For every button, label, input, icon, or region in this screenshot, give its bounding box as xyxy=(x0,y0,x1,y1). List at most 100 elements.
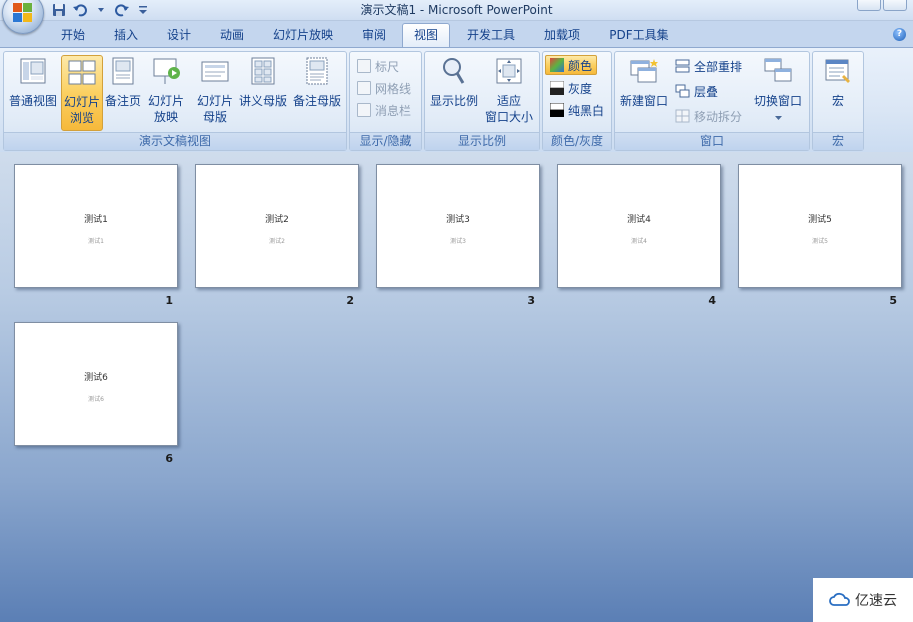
grayscale-icon xyxy=(550,81,564,95)
message-bar-label: 消息栏 xyxy=(375,103,412,118)
normal-view-icon xyxy=(20,58,46,84)
slideshow-button[interactable]: 幻灯片 放映 xyxy=(145,55,187,125)
slide-subtitle: 测试4 xyxy=(631,238,647,245)
slide-thumbnail[interactable]: 测试6 测试6 xyxy=(14,322,178,446)
handout-master-button[interactable]: 讲义母版 xyxy=(237,55,289,109)
maximize-button[interactable] xyxy=(883,0,907,11)
tab-slideshow[interactable]: 幻灯片放映 xyxy=(270,25,336,45)
help-icon[interactable]: ? xyxy=(893,28,906,41)
slide-master-label-2: 母版 xyxy=(202,110,227,124)
notes-page-button[interactable]: 备注页 xyxy=(103,55,143,109)
macros-label: 宏 xyxy=(831,94,844,108)
window-controls xyxy=(857,0,907,11)
black-white-button[interactable]: 纯黑白 xyxy=(550,101,604,119)
slide-master-button[interactable]: 幻灯片 母版 xyxy=(195,55,235,125)
move-split-icon xyxy=(675,109,690,123)
slide-number: 1 xyxy=(165,294,173,307)
slide-number: 2 xyxy=(346,294,354,307)
ruler-check-icon xyxy=(357,59,371,73)
macros-button[interactable]: 宏 xyxy=(818,55,858,109)
slide-sorter-label-1: 幻灯片 xyxy=(63,95,100,109)
slide-subtitle: 测试6 xyxy=(88,396,104,403)
fit-label-2: 窗口大小 xyxy=(484,110,533,124)
group-zoom: 显示比例 适应 窗口大小 显示比例 xyxy=(424,51,540,151)
move-split-button[interactable]: 移动拆分 xyxy=(675,107,742,125)
window-title: 演示文稿1 - Microsoft PowerPoint xyxy=(360,3,553,17)
tab-view[interactable]: 视图 xyxy=(402,23,450,47)
zoom-button[interactable]: 显示比例 xyxy=(428,55,480,109)
slide-sorter-button[interactable]: 幻灯片 浏览 xyxy=(61,55,103,131)
slide-subtitle: 测试1 xyxy=(88,238,104,245)
zoom-label: 显示比例 xyxy=(429,94,478,108)
slide-title: 测试3 xyxy=(446,215,470,225)
message-bar-checkbox[interactable]: 消息栏 xyxy=(357,101,411,119)
tab-design[interactable]: 设计 xyxy=(164,25,194,45)
switch-window-icon xyxy=(764,58,792,82)
notes-page-label: 备注页 xyxy=(104,94,141,108)
slide-title: 测试5 xyxy=(808,215,832,225)
group-label-color-grayscale: 颜色/灰度 xyxy=(543,132,611,150)
color-swatch-icon xyxy=(550,58,564,72)
color-label: 颜色 xyxy=(568,58,593,73)
slide-subtitle: 测试5 xyxy=(812,238,828,245)
minimize-button[interactable] xyxy=(857,0,881,11)
tab-animations[interactable]: 动画 xyxy=(217,25,247,45)
slide-thumbnail[interactable]: 测试5 测试5 xyxy=(738,164,902,288)
slide-thumbnail[interactable]: 测试4 测试4 xyxy=(557,164,721,288)
fit-label-1: 适应 xyxy=(496,94,521,108)
office-logo-icon xyxy=(13,3,32,22)
gridlines-checkbox[interactable]: 网格线 xyxy=(357,79,411,97)
slideshow-label-1: 幻灯片 xyxy=(147,94,184,108)
group-label-macros: 宏 xyxy=(813,132,863,150)
notes-master-button[interactable]: 备注母版 xyxy=(291,55,343,109)
slide-thumbnail[interactable]: 测试2 测试2 xyxy=(195,164,359,288)
ruler-checkbox[interactable]: 标尺 xyxy=(357,57,399,75)
group-window: 新建窗口 全部重排 层叠 移动拆分 切换窗口 窗口 xyxy=(614,51,810,151)
slide-title: 测试4 xyxy=(627,215,651,225)
tab-home[interactable]: 开始 xyxy=(58,25,88,45)
gridlines-label: 网格线 xyxy=(375,81,412,96)
move-split-label: 移动拆分 xyxy=(694,109,743,124)
fit-to-window-icon xyxy=(496,58,522,84)
cascade-label: 层叠 xyxy=(694,84,719,99)
tab-developer[interactable]: 开发工具 xyxy=(464,25,518,45)
slide-sorter-icon xyxy=(68,60,96,85)
handout-master-icon xyxy=(251,57,275,85)
slide-subtitle: 测试3 xyxy=(450,238,466,245)
fit-to-window-button[interactable]: 适应 窗口大小 xyxy=(482,55,536,125)
group-label-show-hide: 显示/隐藏 xyxy=(350,132,421,150)
notes-page-icon xyxy=(112,57,134,85)
slide-sorter-area: 测试1 测试1 1 测试2 测试2 2 测试3 测试3 3 测试4 测试4 4 … xyxy=(0,152,913,622)
gridlines-check-icon xyxy=(357,81,371,95)
slide-sorter-label-2: 浏览 xyxy=(69,111,94,125)
grayscale-button[interactable]: 灰度 xyxy=(550,79,592,97)
slide-master-label-1: 幻灯片 xyxy=(196,94,233,108)
black-white-label: 纯黑白 xyxy=(568,103,605,118)
switch-window-label: 切换窗口 xyxy=(753,94,802,108)
switch-window-button[interactable]: 切换窗口 xyxy=(751,55,805,125)
slide-title: 测试2 xyxy=(265,215,289,225)
new-window-button[interactable]: 新建窗口 xyxy=(618,55,670,109)
slideshow-label-2: 放映 xyxy=(153,110,178,124)
group-show-hide: 标尺 网格线 消息栏 显示/隐藏 xyxy=(349,51,422,151)
color-button[interactable]: 颜色 xyxy=(545,55,598,75)
tab-insert[interactable]: 插入 xyxy=(111,25,141,45)
macros-icon xyxy=(825,59,850,83)
watermark-text: 亿速云 xyxy=(855,593,897,609)
handout-master-label: 讲义母版 xyxy=(238,94,287,108)
slide-thumbnail[interactable]: 测试1 测试1 xyxy=(14,164,178,288)
tab-addins[interactable]: 加载项 xyxy=(541,25,583,45)
slide-number: 5 xyxy=(889,294,897,307)
ruler-label: 标尺 xyxy=(375,59,400,74)
arrange-all-button[interactable]: 全部重排 xyxy=(675,57,742,75)
slide-thumbnail[interactable]: 测试3 测试3 xyxy=(376,164,540,288)
normal-view-label: 普通视图 xyxy=(8,94,57,108)
slide-master-icon xyxy=(201,61,229,82)
tab-review[interactable]: 审阅 xyxy=(359,25,389,45)
cascade-button[interactable]: 层叠 xyxy=(675,82,718,100)
notes-master-label: 备注母版 xyxy=(292,94,341,108)
normal-view-button[interactable]: 普通视图 xyxy=(7,55,59,109)
tab-pdf-tools[interactable]: PDF工具集 xyxy=(607,25,671,45)
ribbon-tab-bar: 开始 插入 设计 动画 幻灯片放映 审阅 视图 开发工具 加载项 PDF工具集 … xyxy=(0,21,913,47)
slide-title: 测试1 xyxy=(84,215,108,225)
